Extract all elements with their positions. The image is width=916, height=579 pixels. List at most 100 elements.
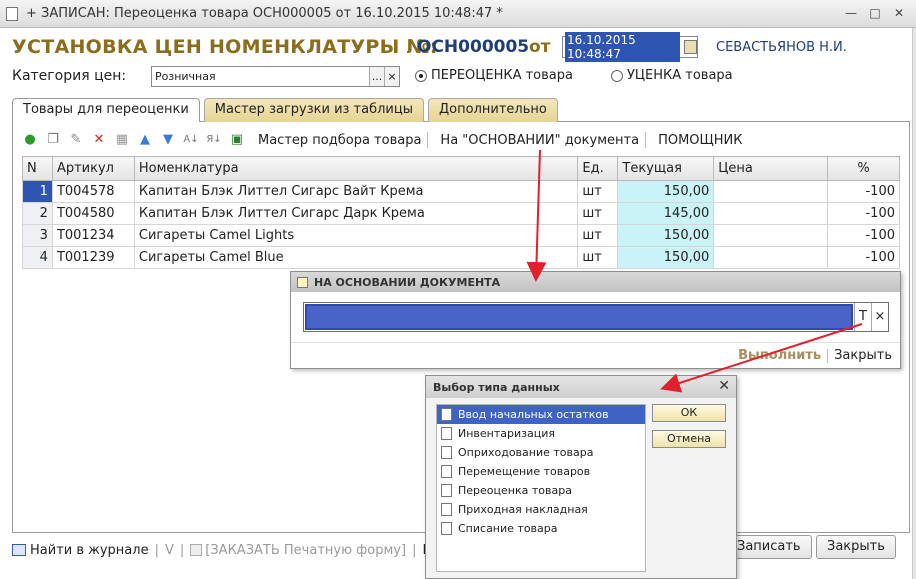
type-dialog-close-icon[interactable]: ✕ xyxy=(718,378,730,394)
edit-row-icon[interactable]: ✎ xyxy=(68,132,84,148)
list-item[interactable]: Оприходование товара xyxy=(437,443,645,462)
cell-pct[interactable]: -100 xyxy=(827,202,900,225)
column-header-name[interactable]: Номенклатура xyxy=(133,156,579,181)
dialog-close-button[interactable]: Закрыть xyxy=(834,348,892,363)
cell-price[interactable] xyxy=(713,180,829,203)
tab-import-master[interactable]: Мастер загрузки из таблицы xyxy=(203,98,424,122)
fill-icon[interactable]: ▣ xyxy=(229,132,245,148)
author-name[interactable]: СЕВАСТЬЯНОВ Н.И. xyxy=(716,40,847,55)
list-item[interactable]: Переоценка товара xyxy=(437,481,645,500)
cell-current[interactable]: 150,00 xyxy=(617,224,715,247)
cell-n[interactable]: 3 xyxy=(22,224,53,247)
calendar-icon[interactable] xyxy=(684,40,697,54)
list-item-label: Оприходование товара xyxy=(458,446,594,459)
save-button[interactable]: Записать xyxy=(726,535,812,559)
radio-revaluation-label: ПЕРЕОЦЕНКА товара xyxy=(431,68,573,83)
radio-on-icon[interactable] xyxy=(415,69,427,82)
end-edit-icon[interactable]: ▦ xyxy=(114,132,130,148)
type-select-button[interactable]: T xyxy=(854,303,871,331)
cell-price[interactable] xyxy=(713,202,829,225)
column-header-current[interactable]: Текущая xyxy=(617,156,715,181)
tab-additional[interactable]: Дополнительно xyxy=(428,98,558,122)
list-item-label: Приходная накладная xyxy=(458,503,588,516)
dialog-header: НА ОСНОВАНИИ ДОКУМЕНТА xyxy=(291,272,900,292)
cell-name[interactable]: Сигареты Camel Blue xyxy=(133,246,579,269)
cancel-button[interactable]: Отмена xyxy=(652,430,726,448)
cell-name[interactable]: Капитан Блэк Литтел Сигарс Дарк Крема xyxy=(133,202,579,225)
cell-unit[interactable]: шт xyxy=(577,246,619,269)
execute-button[interactable]: Выполнить xyxy=(738,348,821,363)
helper-button[interactable]: ПОМОЩНИК xyxy=(658,133,742,148)
toolbar-divider xyxy=(645,132,647,148)
v-button[interactable]: V xyxy=(165,543,174,558)
find-in-journal-button[interactable]: Найти в журнале xyxy=(30,543,149,558)
column-header-article[interactable]: Артикул xyxy=(51,156,135,181)
data-type-dialog: Выбор типа данных ✕ Ввод начальных остат… xyxy=(425,375,737,579)
column-header-pct[interactable]: % xyxy=(827,156,900,181)
column-header-unit[interactable]: Ед. xyxy=(577,156,619,181)
radio-markdown[interactable]: УЦЕНКА товара xyxy=(611,68,733,83)
move-up-icon[interactable]: ▲ xyxy=(137,132,153,148)
radio-revaluation[interactable]: ПЕРЕОЦЕНКА товара xyxy=(415,68,573,83)
type-dialog-header: Выбор типа данных ✕ xyxy=(426,376,736,398)
add-row-icon[interactable]: ● xyxy=(22,132,38,148)
table-row[interactable]: 3 Т001234 Сигареты Camel Lights шт 150,0… xyxy=(22,224,900,247)
based-on-document-button[interactable]: На "ОСНОВАНИИ" документа xyxy=(440,133,639,148)
cell-current[interactable]: 150,00 xyxy=(617,180,715,203)
list-item[interactable]: Инвентаризация xyxy=(437,424,645,443)
cell-unit[interactable]: шт xyxy=(577,202,619,225)
document-type-icon xyxy=(441,427,452,440)
bottom-divider: | xyxy=(412,542,417,558)
cell-n[interactable]: 4 xyxy=(22,246,53,269)
close-form-button[interactable]: Закрыть xyxy=(816,535,896,559)
order-print-form-button[interactable]: [ЗАКАЗАТЬ Печатную форму] xyxy=(205,543,406,558)
cell-pct[interactable]: -100 xyxy=(827,246,900,269)
close-window-button[interactable]: ✕ xyxy=(892,6,906,20)
list-item[interactable]: Списание товара xyxy=(437,519,645,538)
cell-price[interactable] xyxy=(713,246,829,269)
price-category-input[interactable]: Розничная ... × xyxy=(151,66,400,87)
column-header-price[interactable]: Цена xyxy=(713,156,829,181)
cell-current[interactable]: 150,00 xyxy=(617,246,715,269)
cell-article[interactable]: Т004578 xyxy=(51,180,135,203)
table-row[interactable]: 2 Т004580 Капитан Блэк Литтел Сигарс Дар… xyxy=(22,202,900,225)
cell-n[interactable]: 2 xyxy=(22,202,53,225)
list-item[interactable]: Приходная накладная xyxy=(437,500,645,519)
journal-icon[interactable] xyxy=(12,544,26,556)
minimize-button[interactable]: — xyxy=(844,6,858,20)
radio-off-icon[interactable] xyxy=(611,69,623,82)
cell-article[interactable]: Т001239 xyxy=(51,246,135,269)
cell-unit[interactable]: шт xyxy=(577,180,619,203)
sort-asc-icon[interactable]: A↓ xyxy=(183,132,199,148)
maximize-button[interactable]: □ xyxy=(868,6,882,20)
cell-current[interactable]: 145,00 xyxy=(617,202,715,225)
list-item[interactable]: Перемещение товаров xyxy=(437,462,645,481)
cell-article[interactable]: Т004580 xyxy=(51,202,135,225)
master-selection-button[interactable]: Мастер подбора товара xyxy=(258,133,421,148)
move-down-icon[interactable]: ▼ xyxy=(160,132,176,148)
tab-goods[interactable]: Товары для переоценки xyxy=(12,98,200,122)
document-input[interactable]: T × xyxy=(303,302,889,332)
cell-name[interactable]: Сигареты Camel Lights xyxy=(133,224,579,247)
delete-row-icon[interactable]: ✕ xyxy=(91,132,107,148)
clear-document-button[interactable]: × xyxy=(871,303,888,331)
table-row[interactable]: 1 Т004578 Капитан Блэк Литтел Сигарс Вай… xyxy=(22,180,900,203)
cell-price[interactable] xyxy=(713,224,829,247)
table-row[interactable]: 4 Т001239 Сигареты Camel Blue шт 150,00 … xyxy=(22,246,900,269)
ok-button[interactable]: ОК xyxy=(652,404,726,422)
date-input[interactable]: 16.10.2015 10:48:47 xyxy=(562,32,698,62)
cell-unit[interactable]: шт xyxy=(577,224,619,247)
copy-row-icon[interactable]: ❐ xyxy=(45,132,61,148)
cell-pct[interactable]: -100 xyxy=(827,180,900,203)
column-header-n[interactable]: N xyxy=(22,156,53,181)
cell-name[interactable]: Капитан Блэк Литтел Сигарс Вайт Крема xyxy=(133,180,579,203)
print-icon[interactable] xyxy=(190,544,203,556)
sort-desc-icon[interactable]: Я↓ xyxy=(206,132,222,148)
cell-n[interactable]: 1 xyxy=(22,180,53,203)
select-category-button[interactable]: ... xyxy=(369,67,384,86)
cell-pct[interactable]: -100 xyxy=(827,224,900,247)
cell-article[interactable]: Т001234 xyxy=(51,224,135,247)
list-item[interactable]: Ввод начальных остатков xyxy=(437,405,645,424)
document-input-value[interactable] xyxy=(305,304,853,330)
clear-category-button[interactable]: × xyxy=(384,67,399,86)
